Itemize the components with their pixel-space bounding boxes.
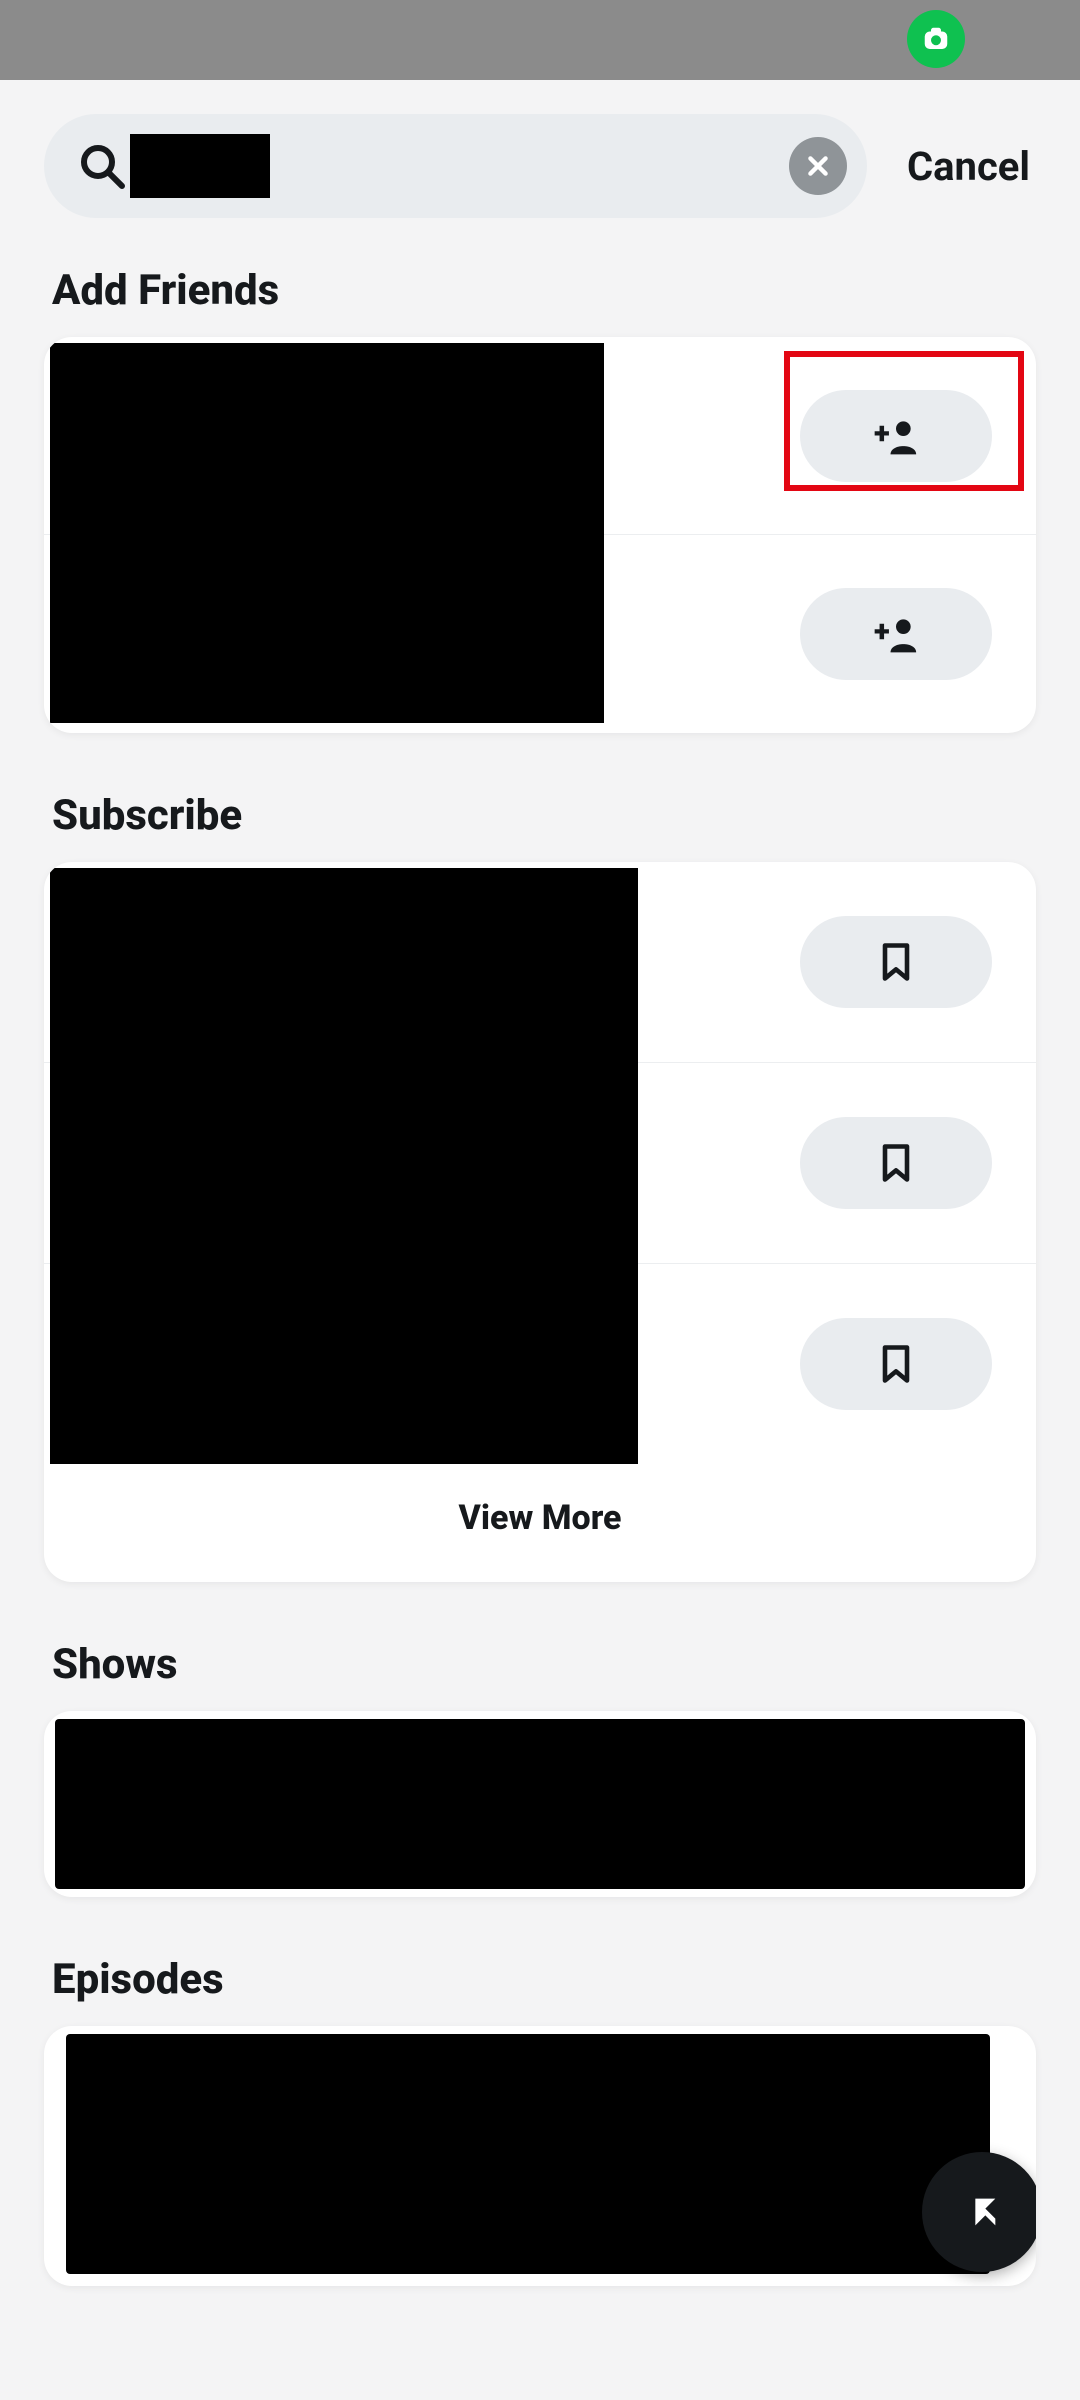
cancel-button[interactable]: Cancel bbox=[907, 143, 1030, 190]
bookmark-icon bbox=[874, 1342, 918, 1386]
section-title-shows: Shows bbox=[0, 1622, 1080, 1711]
close-icon bbox=[805, 153, 831, 179]
clear-search-button[interactable] bbox=[789, 137, 847, 195]
subscribe-button[interactable] bbox=[800, 1318, 992, 1410]
add-friend-button[interactable]: + bbox=[800, 390, 992, 482]
bookmark-icon bbox=[874, 1141, 918, 1185]
section-title-subscribe: Subscribe bbox=[0, 773, 1080, 862]
search-field[interactable] bbox=[44, 114, 867, 218]
subscribe-button[interactable] bbox=[800, 1117, 992, 1209]
search-row: Cancel bbox=[0, 80, 1080, 248]
section-title-add-friends: Add Friends bbox=[0, 248, 1080, 337]
bookmark-icon bbox=[874, 940, 918, 984]
add-friend-icon: + bbox=[874, 414, 918, 458]
episode-item-redacted bbox=[66, 2034, 990, 2274]
svg-text:+: + bbox=[874, 417, 890, 451]
subscribe-button[interactable] bbox=[800, 916, 992, 1008]
search-icon bbox=[78, 142, 126, 190]
floating-action-button[interactable] bbox=[922, 2152, 1036, 2272]
svg-text:+: + bbox=[874, 615, 890, 649]
shows-card[interactable] bbox=[44, 1711, 1036, 1897]
status-bar bbox=[0, 0, 1080, 80]
fab-icon bbox=[962, 2192, 1002, 2232]
add-friend-icon: + bbox=[874, 612, 918, 656]
section-title-episodes: Episodes bbox=[0, 1937, 1080, 2026]
view-more-button[interactable]: View More bbox=[44, 1464, 1036, 1582]
search-query-redacted bbox=[130, 134, 270, 198]
episodes-card[interactable] bbox=[44, 2026, 1036, 2286]
camera-badge-icon bbox=[907, 10, 965, 68]
subscribe-card: View More bbox=[44, 862, 1036, 1582]
add-friend-button[interactable]: + bbox=[800, 588, 992, 680]
show-item-redacted bbox=[55, 1719, 1025, 1889]
subscribe-redacted-block bbox=[50, 868, 638, 1464]
friends-redacted-block bbox=[50, 343, 604, 723]
add-friends-card: + + bbox=[44, 337, 1036, 733]
